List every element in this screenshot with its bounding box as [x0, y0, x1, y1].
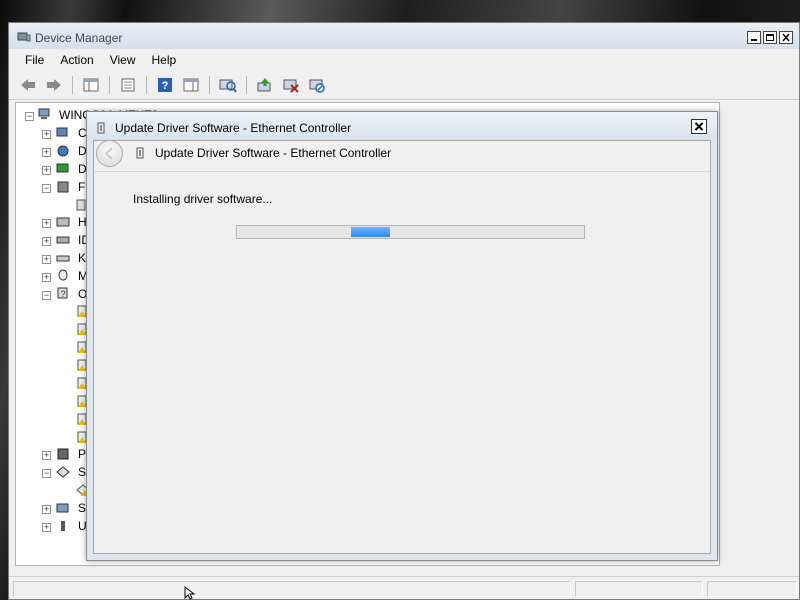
ethernet-device-icon — [97, 122, 105, 134]
tree-item-label[interactable]: K — [78, 251, 86, 265]
forward-button[interactable] — [43, 74, 65, 96]
status-cell — [575, 581, 703, 597]
other-devices-icon: ? — [57, 287, 68, 299]
update-driver-dialog: Update Driver Software - Ethernet Contro… — [86, 111, 718, 561]
mouse-cursor-icon — [184, 586, 196, 600]
status-cell-main — [13, 581, 571, 597]
disable-icon — [309, 79, 325, 93]
install-progress-bar — [236, 225, 585, 239]
tree-expand-toggle[interactable]: + — [42, 273, 51, 282]
toolbar: ? — [9, 71, 799, 100]
dialog-titlebar[interactable]: Update Driver Software - Ethernet Contro… — [87, 112, 717, 140]
tree-expand-toggle[interactable]: + — [42, 505, 51, 514]
status-cell — [707, 581, 797, 597]
back-arrow-icon — [105, 147, 113, 160]
ethernet-device-icon — [136, 147, 144, 159]
close-icon — [694, 122, 704, 131]
menu-help[interactable]: Help — [144, 53, 185, 67]
wizard-body: Installing driver software... — [94, 172, 710, 553]
forward-icon — [47, 79, 61, 91]
tree-expand-toggle[interactable]: + — [42, 523, 51, 532]
tree-collapse-toggle[interactable]: − — [25, 112, 34, 121]
wizard-back-button[interactable] — [96, 140, 123, 167]
minimize-button[interactable] — [747, 31, 761, 44]
menu-bar: File Action View Help — [9, 49, 799, 71]
toolbar-separator — [209, 76, 210, 94]
dialog-title: Update Driver Software - Ethernet Contro… — [115, 121, 352, 135]
hid-icon — [56, 217, 70, 227]
uninstall-icon — [283, 79, 299, 93]
toolbar-separator — [72, 76, 73, 94]
properties-button[interactable] — [117, 74, 139, 96]
menu-file[interactable]: File — [17, 53, 52, 67]
tree-expand-toggle[interactable]: + — [42, 148, 51, 157]
computer-category-icon — [56, 127, 68, 137]
wizard-header-title: Update Driver Software - Ethernet Contro… — [155, 146, 392, 160]
svg-text:?: ? — [162, 80, 169, 92]
keyboard-icon — [56, 255, 70, 262]
tree-expand-toggle[interactable]: + — [42, 255, 51, 264]
menu-action[interactable]: Action — [52, 53, 101, 67]
minimize-icon — [751, 39, 757, 41]
show-hide-console-tree-button[interactable] — [80, 74, 102, 96]
system-devices-icon — [56, 503, 69, 513]
tree-collapse-toggle[interactable]: − — [42, 184, 51, 193]
console-tree-icon — [83, 78, 99, 92]
tree-collapse-toggle[interactable]: − — [42, 291, 51, 300]
device-manager-titlebar[interactable]: Device Manager — [9, 23, 799, 49]
dialog-content: Update Driver Software - Ethernet Contro… — [93, 140, 711, 554]
ide-controller-icon — [56, 236, 70, 244]
storage-controller-icon — [56, 466, 70, 478]
update-driver-icon — [257, 78, 271, 92]
processor-icon — [57, 448, 69, 460]
back-button[interactable] — [17, 74, 39, 96]
floppy-controller-icon — [57, 181, 69, 193]
status-bar — [9, 576, 799, 599]
help-icon: ? — [158, 78, 172, 92]
close-button[interactable] — [779, 31, 793, 44]
install-status-text: Installing driver software... — [133, 192, 273, 206]
tree-collapse-toggle[interactable]: − — [42, 469, 51, 478]
progress-marquee-segment — [351, 227, 390, 237]
wizard-header: Update Driver Software - Ethernet Contro… — [94, 140, 710, 172]
toolbar-separator — [146, 76, 147, 94]
properties-icon — [121, 78, 135, 92]
window-title: Device Manager — [35, 31, 123, 45]
menu-view[interactable]: View — [102, 53, 144, 67]
usb-controller-icon — [61, 521, 65, 531]
dialog-close-button[interactable] — [691, 119, 707, 134]
tree-expand-toggle[interactable]: + — [42, 219, 51, 228]
device-manager-icon — [17, 32, 31, 42]
maximize-icon — [766, 34, 774, 41]
tree-expand-toggle[interactable]: + — [42, 451, 51, 460]
toolbar-separator — [109, 76, 110, 94]
tree-expand-toggle[interactable]: + — [42, 130, 51, 139]
tree-expand-toggle[interactable]: + — [42, 237, 51, 246]
back-icon — [21, 79, 35, 91]
update-driver-button[interactable] — [254, 74, 276, 96]
disk-drive-icon — [57, 145, 69, 157]
uninstall-button[interactable] — [280, 74, 302, 96]
disable-button[interactable] — [306, 74, 328, 96]
toolbar-separator — [246, 76, 247, 94]
computer-icon — [38, 108, 50, 119]
scan-hardware-icon — [219, 79, 237, 93]
scan-hardware-button[interactable] — [217, 74, 239, 96]
display-adapter-icon — [56, 163, 69, 173]
action-pane-button[interactable] — [180, 74, 202, 96]
action-pane-icon — [183, 78, 199, 92]
mouse-icon — [58, 269, 68, 281]
maximize-button[interactable] — [763, 31, 777, 44]
tree-expand-toggle[interactable]: + — [42, 166, 51, 175]
close-icon — [782, 33, 790, 42]
help-button[interactable]: ? — [154, 74, 176, 96]
svg-text:?: ? — [60, 289, 65, 299]
